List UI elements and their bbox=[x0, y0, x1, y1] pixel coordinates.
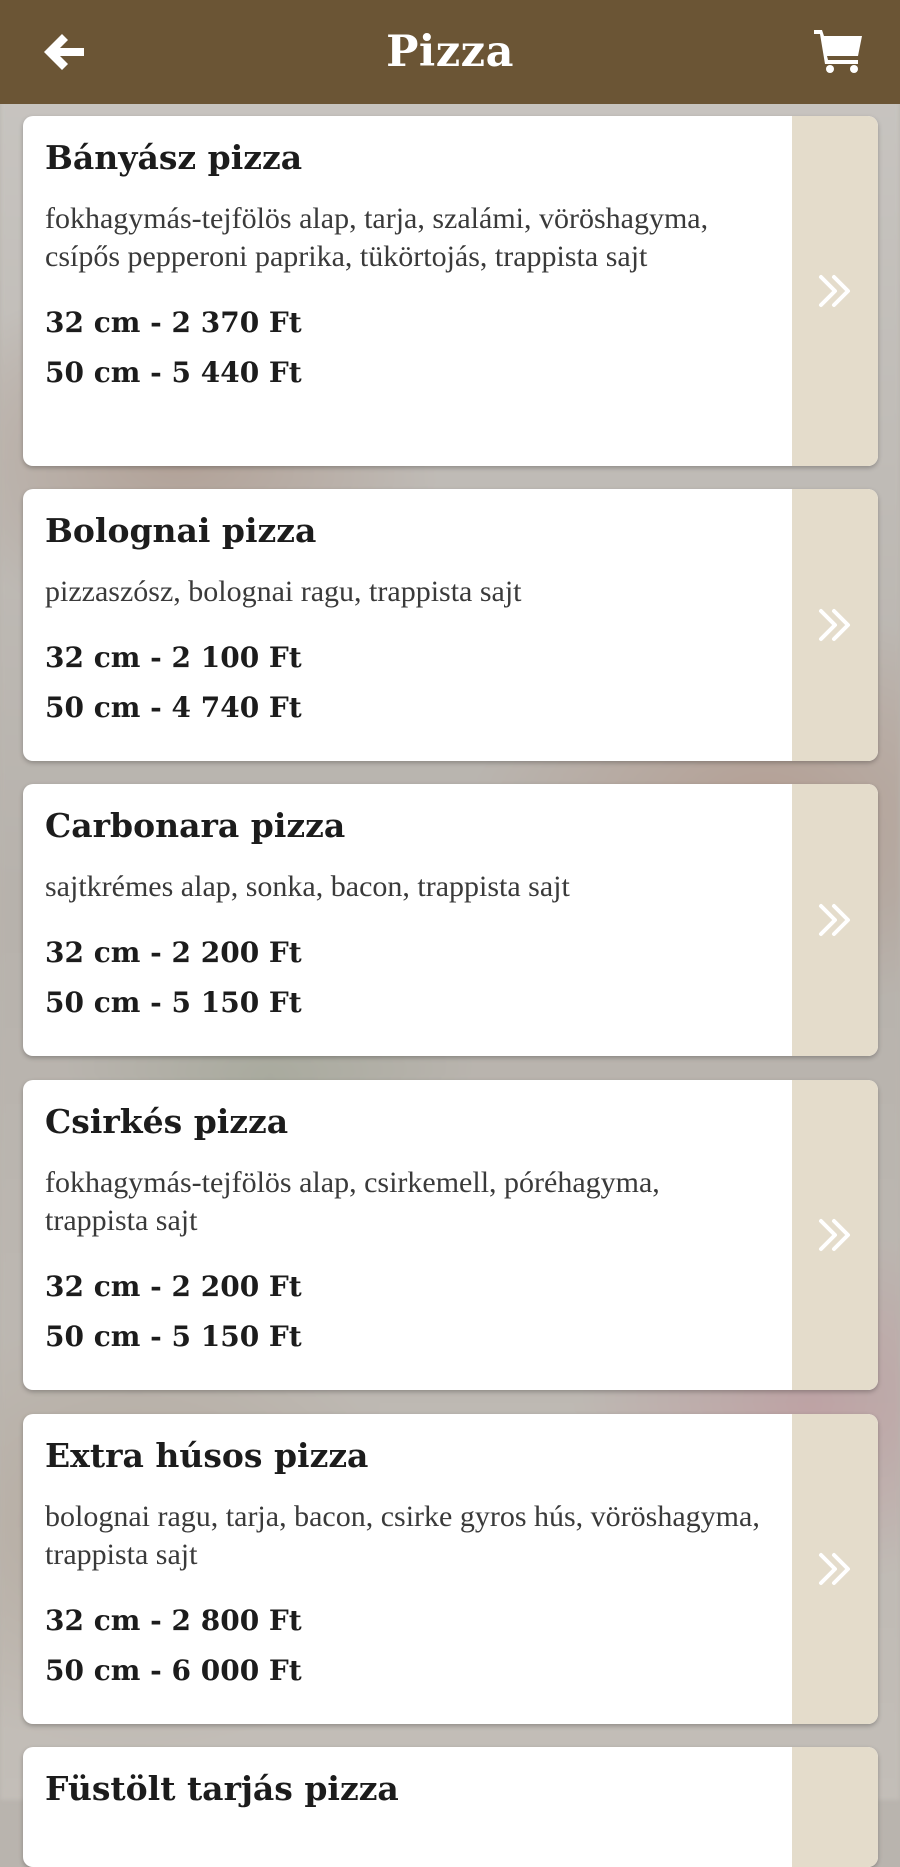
price-32cm: 32 cm - 2 100 Ft bbox=[45, 641, 302, 674]
chevron-double-right-icon bbox=[819, 609, 850, 641]
product-name: Csirkés pizza bbox=[45, 1102, 289, 1141]
app-bar: Pizza bbox=[0, 0, 900, 104]
product-card-fustolt-tarjas[interactable]: Füstölt tarjás pizza bbox=[23, 1747, 878, 1867]
open-details-button[interactable] bbox=[792, 1080, 878, 1390]
price-list: 32 cm - 2 800 Ft 50 cm - 6 000 Ft bbox=[45, 1596, 770, 1696]
open-details-button[interactable] bbox=[792, 116, 878, 466]
product-content: Bányász pizza fokhagymás-tejfölös alap, … bbox=[23, 116, 792, 466]
product-content: Carbonara pizza sajtkrémes alap, sonka, … bbox=[23, 784, 792, 1056]
product-content: Csirkés pizza fokhagymás-tejfölös alap, … bbox=[23, 1080, 792, 1390]
open-details-button[interactable] bbox=[792, 489, 878, 761]
price-32cm: 32 cm - 2 370 Ft bbox=[45, 306, 302, 339]
price-32cm: 32 cm - 2 800 Ft bbox=[45, 1604, 302, 1637]
product-card-csirkes[interactable]: Csirkés pizza fokhagymás-tejfölös alap, … bbox=[23, 1080, 878, 1390]
product-description: pizzaszósz, bolognai ragu, trappista saj… bbox=[45, 575, 522, 608]
product-description: fokhagymás-tejfölös alap, tarja, szalámi… bbox=[45, 202, 709, 273]
price-list: 32 cm - 2 200 Ft 50 cm - 5 150 Ft bbox=[45, 928, 770, 1028]
price-32cm: 32 cm - 2 200 Ft bbox=[45, 1270, 302, 1303]
product-name: Carbonara pizza bbox=[45, 806, 346, 845]
product-card-extra-husos[interactable]: Extra húsos pizza bolognai ragu, tarja, … bbox=[23, 1414, 878, 1724]
product-content: Füstölt tarjás pizza bbox=[23, 1747, 792, 1867]
chevron-double-right-icon bbox=[819, 275, 850, 307]
product-name: Bányász pizza bbox=[45, 138, 303, 177]
price-50cm: 50 cm - 4 740 Ft bbox=[45, 691, 302, 724]
product-card-banyasz[interactable]: Bányász pizza fokhagymás-tejfölös alap, … bbox=[23, 116, 878, 466]
price-list: 32 cm - 2 100 Ft 50 cm - 4 740 Ft bbox=[45, 633, 770, 733]
chevron-double-right-icon bbox=[819, 904, 850, 936]
open-details-button[interactable] bbox=[792, 1747, 878, 1867]
product-description: sajtkrémes alap, sonka, bacon, trappista… bbox=[45, 870, 570, 903]
price-50cm: 50 cm - 5 150 Ft bbox=[45, 986, 302, 1019]
chevron-double-right-icon bbox=[819, 1219, 850, 1251]
product-name: Extra húsos pizza bbox=[45, 1436, 369, 1475]
product-card-carbonara[interactable]: Carbonara pizza sajtkrémes alap, sonka, … bbox=[23, 784, 878, 1056]
price-50cm: 50 cm - 5 440 Ft bbox=[45, 356, 302, 389]
product-description: fokhagymás-tejfölös alap, csirkemell, pó… bbox=[45, 1166, 660, 1237]
cart-button[interactable] bbox=[806, 20, 870, 80]
chevron-double-right-icon bbox=[819, 1553, 850, 1585]
product-content: Bolognai pizza pizzaszósz, bolognai ragu… bbox=[23, 489, 792, 761]
price-32cm: 32 cm - 2 200 Ft bbox=[45, 936, 302, 969]
product-description: bolognai ragu, tarja, bacon, csirke gyro… bbox=[45, 1500, 760, 1571]
page-title: Pizza bbox=[386, 27, 514, 77]
price-50cm: 50 cm - 6 000 Ft bbox=[45, 1654, 302, 1687]
open-details-button[interactable] bbox=[792, 784, 878, 1056]
product-list[interactable]: Bányász pizza fokhagymás-tejfölös alap, … bbox=[0, 104, 900, 1867]
price-50cm: 50 cm - 5 150 Ft bbox=[45, 1320, 302, 1353]
open-details-button[interactable] bbox=[792, 1414, 878, 1724]
product-name: Bolognai pizza bbox=[45, 511, 317, 550]
price-list: 32 cm - 2 370 Ft 50 cm - 5 440 Ft bbox=[45, 298, 770, 398]
price-list: 32 cm - 2 200 Ft 50 cm - 5 150 Ft bbox=[45, 1262, 770, 1362]
product-card-bolognai[interactable]: Bolognai pizza pizzaszósz, bolognai ragu… bbox=[23, 489, 878, 761]
product-content: Extra húsos pizza bolognai ragu, tarja, … bbox=[23, 1414, 792, 1724]
shopping-cart-icon bbox=[814, 30, 862, 73]
